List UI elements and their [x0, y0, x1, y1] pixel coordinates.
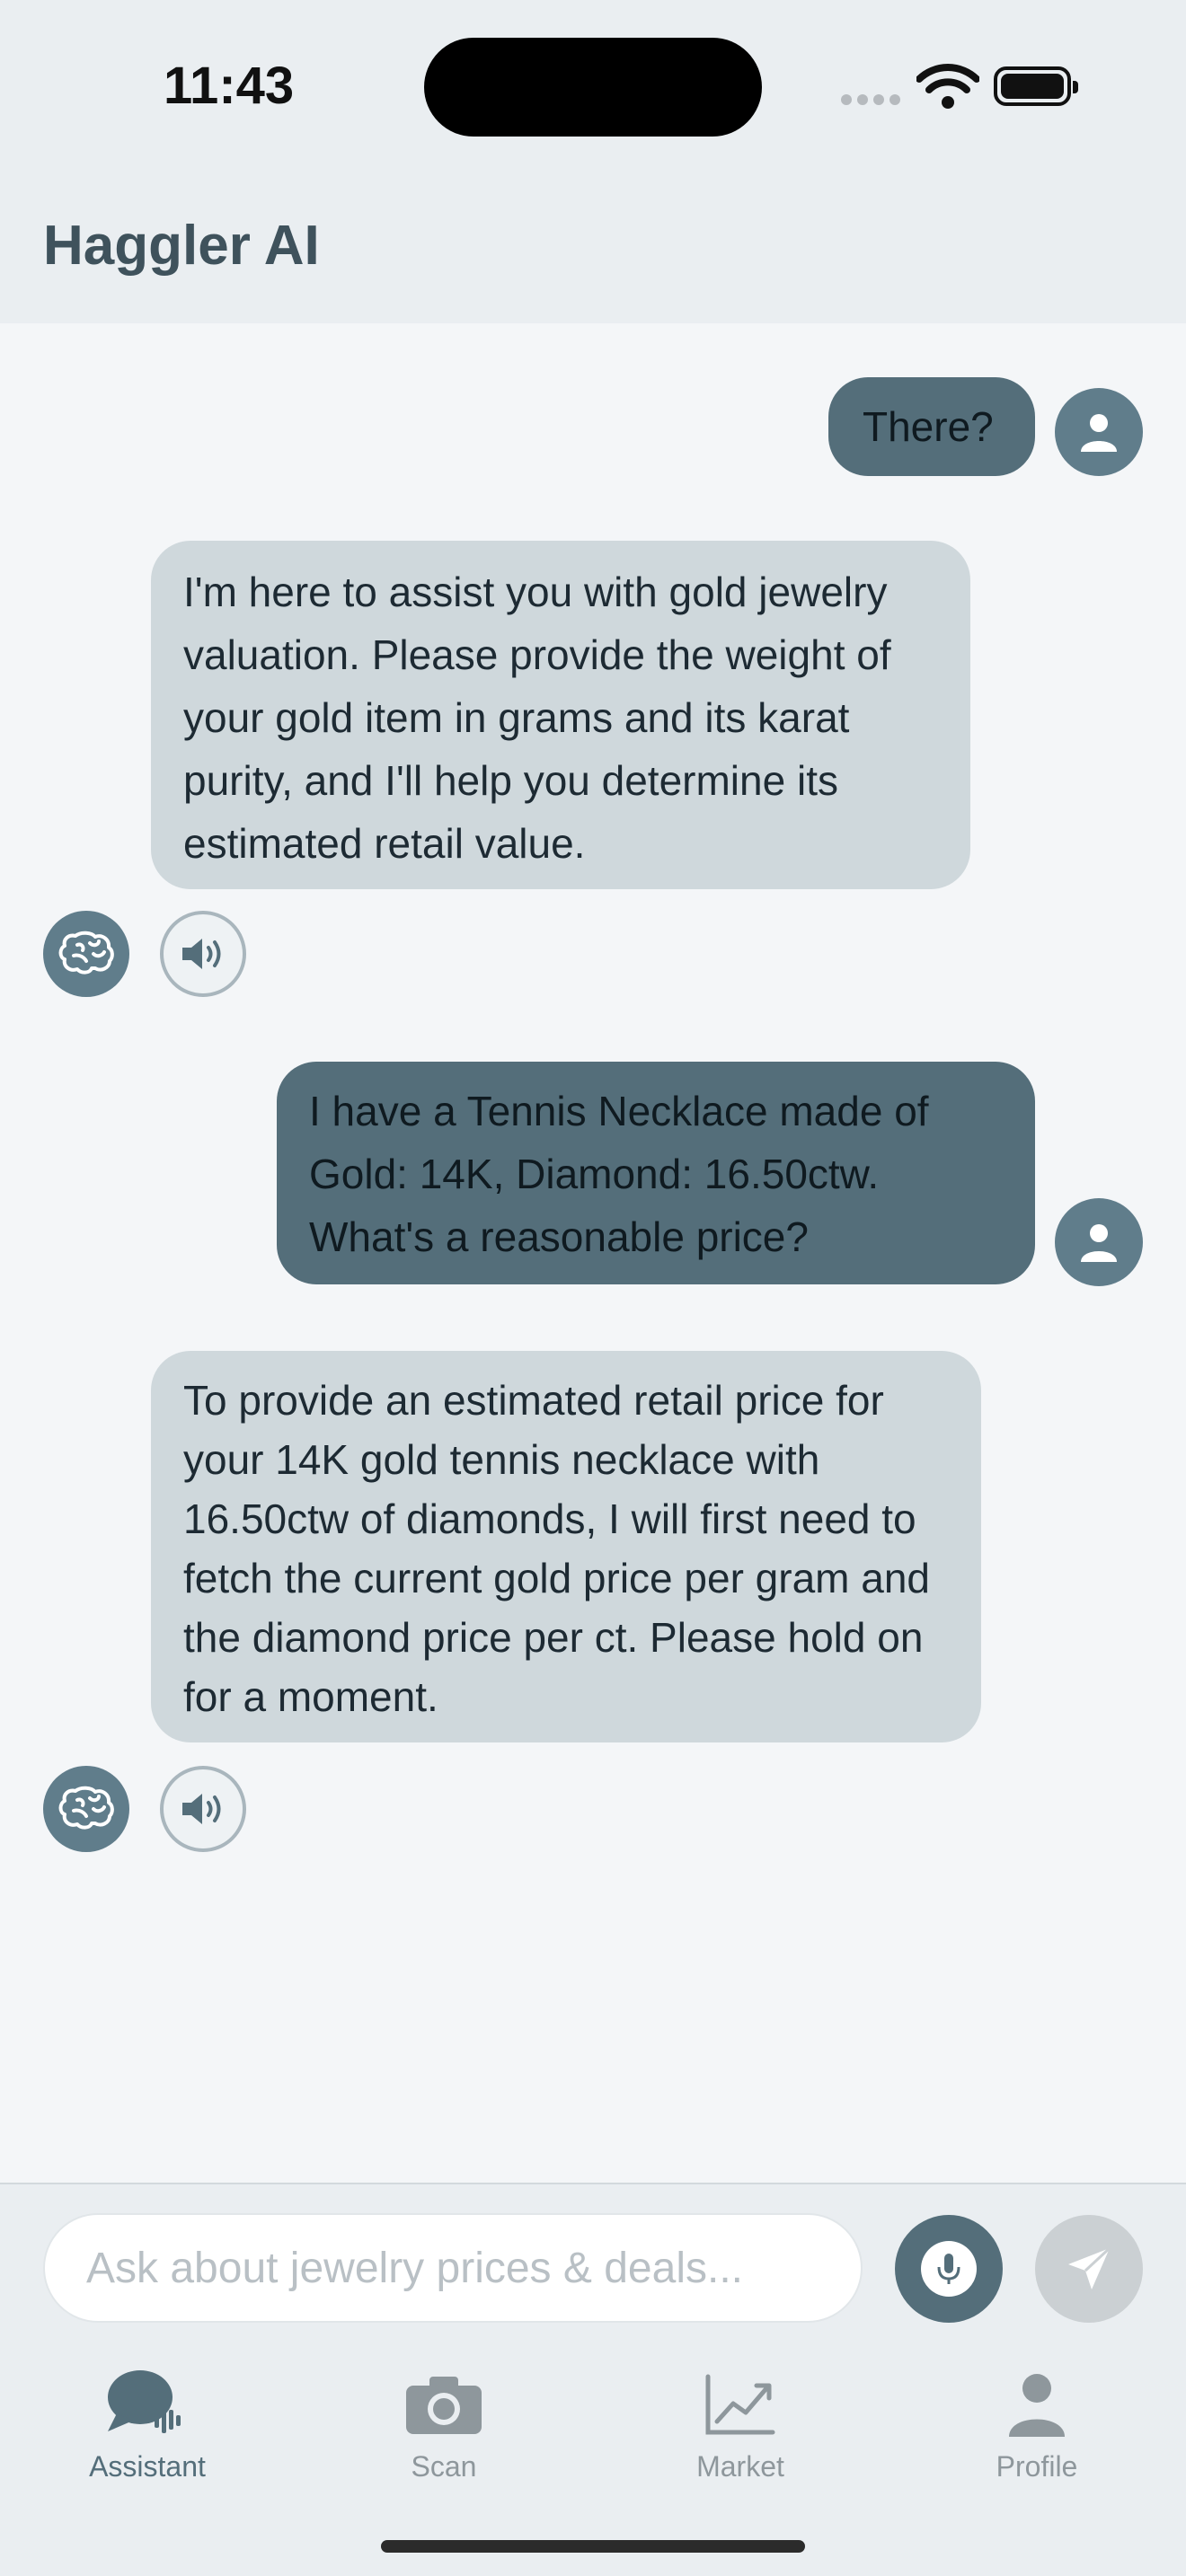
tab-profile[interactable]: Profile — [947, 2364, 1127, 2499]
chat-voice-icon — [108, 2370, 181, 2433]
status-bar: 11:43 — [0, 0, 1186, 180]
mic-button[interactable] — [895, 2215, 1003, 2323]
send-icon — [1068, 2246, 1111, 2289]
speaker-button[interactable] — [160, 1766, 246, 1852]
tab-label: Scan — [411, 2450, 477, 2483]
speaker-icon — [182, 939, 221, 969]
message-text: There? — [863, 403, 994, 450]
wifi-icon — [916, 64, 979, 109]
camera-icon — [406, 2377, 482, 2434]
brain-icon[interactable] — [43, 1766, 129, 1852]
status-time: 11:43 — [164, 57, 295, 115]
message-text: I have a Tennis Necklace made of Gold: 1… — [309, 1088, 929, 1260]
message-text: I'm here to assist you with gold jewelry… — [183, 569, 891, 867]
tab-market[interactable]: Market — [651, 2364, 830, 2499]
brain-icon[interactable] — [43, 911, 129, 997]
person-icon — [1009, 2374, 1065, 2437]
tab-assistant[interactable]: Assistant — [58, 2364, 237, 2499]
speaker-icon — [182, 1794, 221, 1824]
assistant-message: I'm here to assist you with gold jewelry… — [151, 541, 970, 889]
chart-icon — [705, 2374, 775, 2435]
dynamic-island — [424, 38, 762, 137]
composer-bar: Assistant Scan Market — [0, 2183, 1186, 2576]
tab-label: Assistant — [89, 2450, 206, 2483]
app-header: Haggler AI — [0, 180, 1186, 323]
microphone-icon — [921, 2241, 977, 2297]
send-button[interactable] — [1035, 2215, 1143, 2323]
message-text: To provide an estimated retail price for… — [183, 1377, 931, 1720]
page-title: Haggler AI — [43, 215, 320, 277]
user-message: There? — [828, 377, 1035, 476]
tab-label: Profile — [996, 2450, 1078, 2483]
battery-icon — [994, 66, 1078, 106]
assistant-message: To provide an estimated retail price for… — [151, 1351, 981, 1742]
user-message: I have a Tennis Necklace made of Gold: 1… — [277, 1062, 1035, 1284]
tab-label: Market — [696, 2450, 784, 2483]
cellular-signal-icon — [841, 93, 906, 110]
user-avatar-icon — [1055, 1198, 1143, 1286]
tab-scan[interactable]: Scan — [354, 2364, 534, 2499]
chat-input[interactable] — [43, 2213, 863, 2323]
user-avatar-icon — [1055, 388, 1143, 476]
speaker-button[interactable] — [160, 911, 246, 997]
home-indicator — [381, 2540, 805, 2553]
